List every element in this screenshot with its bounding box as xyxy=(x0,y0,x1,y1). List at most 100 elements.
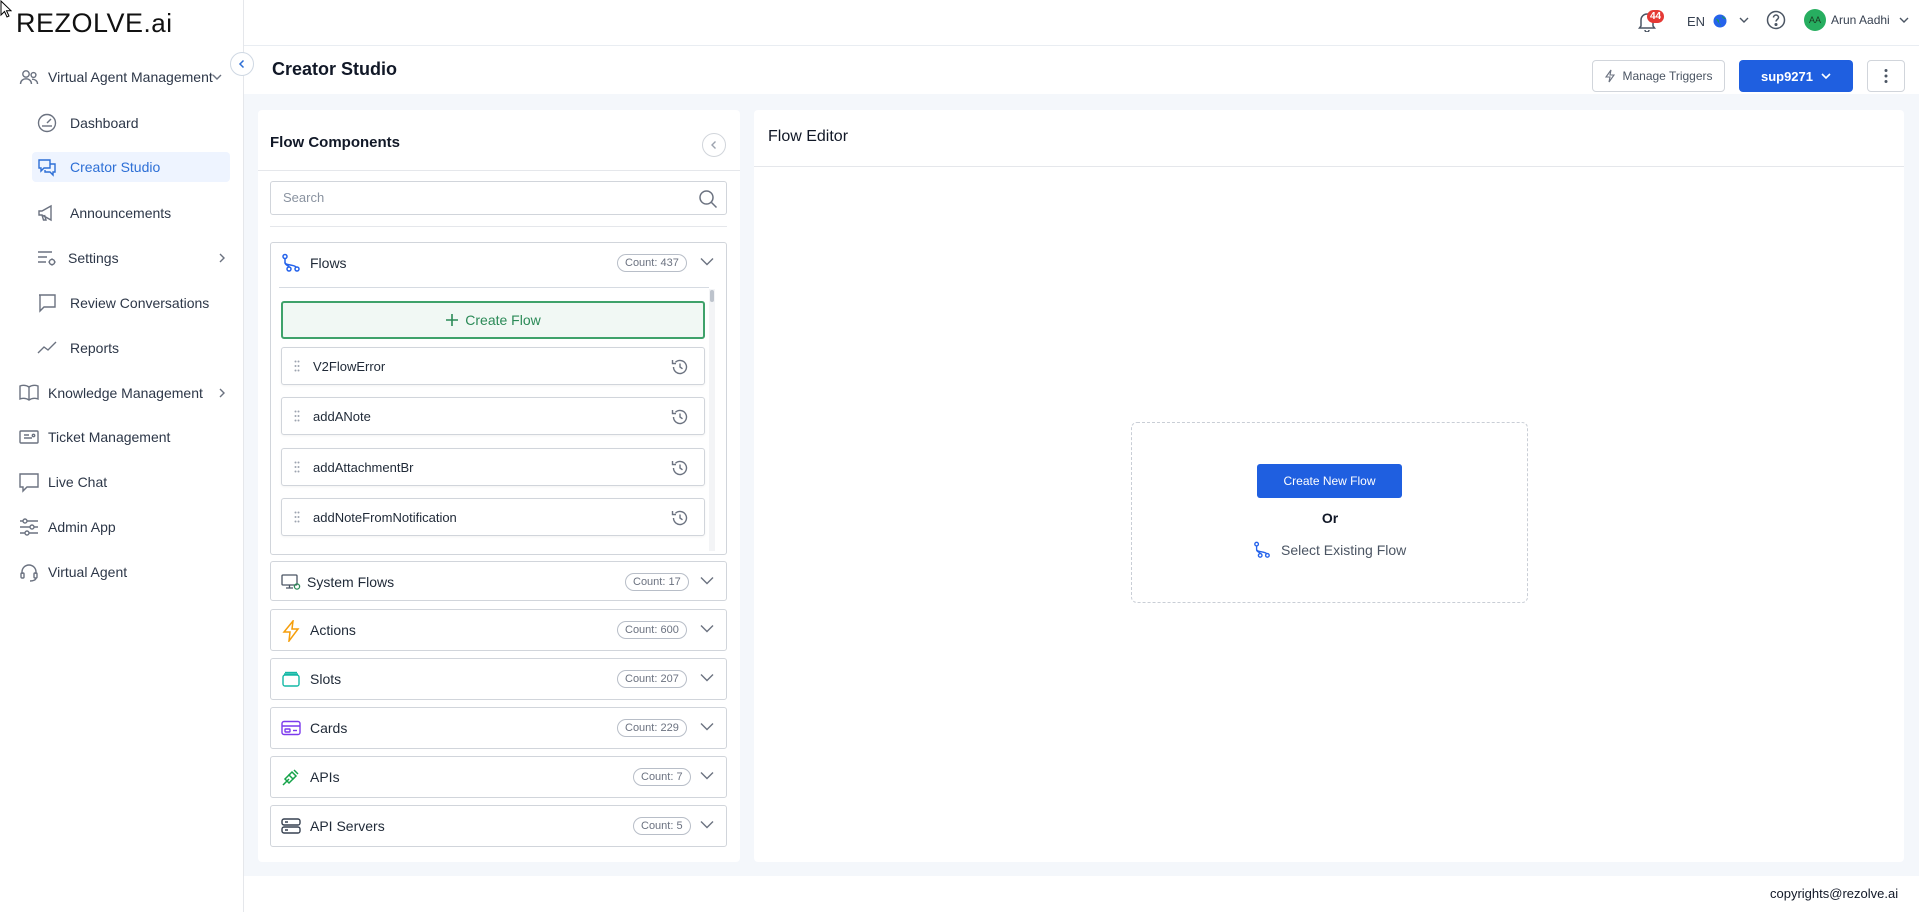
system-monitor-icon xyxy=(281,572,301,592)
environment-selector-button[interactable]: sup9271 xyxy=(1739,60,1853,92)
sidebar-item-label: Review Conversations xyxy=(70,295,210,311)
create-flow-button[interactable]: Create Flow xyxy=(281,301,705,339)
help-icon[interactable] xyxy=(1766,10,1786,30)
chevron-down-icon[interactable] xyxy=(700,624,714,633)
chevron-down-icon[interactable] xyxy=(700,771,714,780)
flows-scrollbar-thumb[interactable] xyxy=(710,290,714,302)
lightning-icon xyxy=(281,620,301,642)
sidebar-item-reports[interactable]: Reports xyxy=(36,333,230,363)
slots-stack-icon xyxy=(281,669,301,689)
slots-label: Slots xyxy=(310,671,342,687)
actions-count-badge: Count: 600 xyxy=(617,621,687,639)
book-icon xyxy=(18,382,40,404)
flow-item-label: addANote xyxy=(313,409,371,424)
drag-handle-icon[interactable] xyxy=(294,511,300,523)
sidebar-item-settings[interactable]: Settings xyxy=(36,243,230,273)
select-existing-flow-link[interactable]: Select Existing Flow xyxy=(1253,540,1406,560)
system-flows-section-header[interactable]: System Flows Count: 17 xyxy=(271,562,726,602)
more-options-button[interactable] xyxy=(1867,60,1905,92)
slots-section-header[interactable]: Slots Count: 207 xyxy=(271,659,726,699)
sidebar-item-label: Virtual Agent Management xyxy=(48,69,213,85)
chevron-down-icon[interactable] xyxy=(700,257,714,266)
flow-list-item[interactable]: addANote xyxy=(281,397,705,435)
chevron-down-icon[interactable] xyxy=(700,722,714,731)
megaphone-icon xyxy=(36,202,58,224)
history-icon[interactable] xyxy=(670,458,690,478)
api-servers-label: API Servers xyxy=(310,818,385,834)
apis-section[interactable]: APIs Count: 7 xyxy=(270,756,727,798)
trend-line-icon xyxy=(36,337,58,359)
footer xyxy=(244,876,1919,912)
chevron-left-icon xyxy=(711,141,716,149)
page-title: Creator Studio xyxy=(272,59,398,79)
sidebar-item-announcements[interactable]: Announcements xyxy=(36,198,230,228)
flows-section-header[interactable]: Flows Count: 437 xyxy=(271,243,726,283)
slots-section[interactable]: Slots Count: 207 xyxy=(270,658,727,700)
rezolve-logo[interactable]: REZOLVE.ai xyxy=(16,8,173,39)
sidebar-item-review-conversations[interactable]: Review Conversations xyxy=(36,288,230,318)
sidebar-collapse-button[interactable] xyxy=(230,52,254,76)
cards-section-header[interactable]: Cards Count: 229 xyxy=(271,708,726,748)
language-label[interactable]: EN xyxy=(1687,14,1705,29)
components-collapse-button[interactable] xyxy=(702,133,726,157)
mouse-cursor-icon xyxy=(0,0,12,18)
history-icon[interactable] xyxy=(670,407,690,427)
sidebar-item-ticket-management[interactable]: Ticket Management xyxy=(18,422,230,452)
user-name[interactable]: Arun Aadhi xyxy=(1831,13,1890,27)
divider xyxy=(270,226,727,227)
history-icon[interactable] xyxy=(670,508,690,528)
plus-icon xyxy=(446,314,459,326)
sidebar-item-dashboard[interactable]: Dashboard xyxy=(36,108,230,138)
system-flows-section[interactable]: System Flows Count: 17 xyxy=(270,561,727,601)
card-icon xyxy=(281,718,301,738)
api-servers-section-header[interactable]: API Servers Count: 5 xyxy=(271,806,726,846)
ticket-icon xyxy=(18,426,40,448)
user-chevron-down-icon[interactable] xyxy=(1899,16,1909,24)
sidebar-item-live-chat[interactable]: Live Chat xyxy=(18,467,230,497)
drag-handle-icon[interactable] xyxy=(294,461,300,473)
flow-list-item[interactable]: addAttachmentBr xyxy=(281,448,705,486)
sidebar-item-knowledge-management[interactable]: Knowledge Management xyxy=(18,378,230,408)
actions-section[interactable]: Actions Count: 600 xyxy=(270,609,727,651)
flow-list-item[interactable]: addNoteFromNotification xyxy=(281,498,705,536)
chevron-down-icon[interactable] xyxy=(700,673,714,682)
flow-branch-icon xyxy=(281,253,301,273)
chevron-down-icon[interactable] xyxy=(700,576,714,585)
actions-section-header[interactable]: Actions Count: 600 xyxy=(271,610,726,650)
sidebar-item-label: Admin App xyxy=(48,519,116,535)
history-icon[interactable] xyxy=(670,357,690,377)
language-chevron-down-icon[interactable] xyxy=(1739,16,1749,24)
cards-section[interactable]: Cards Count: 229 xyxy=(270,707,727,749)
chevron-down-icon xyxy=(1821,73,1831,80)
sidebar-item-virtual-agent[interactable]: Virtual Agent xyxy=(18,557,230,587)
flow-list-item[interactable]: V2FlowError xyxy=(281,347,705,385)
user-avatar[interactable]: AA xyxy=(1804,9,1826,31)
sidebar-item-virtual-agent-management[interactable]: Virtual Agent Management xyxy=(18,62,224,92)
api-servers-section[interactable]: API Servers Count: 5 xyxy=(270,805,727,847)
globe-icon[interactable] xyxy=(1713,14,1727,28)
users-icon xyxy=(18,66,40,88)
kebab-menu-icon xyxy=(1884,69,1888,83)
flows-scrollbar[interactable] xyxy=(709,289,715,551)
component-search-input[interactable] xyxy=(283,190,683,205)
create-new-flow-button[interactable]: Create New Flow xyxy=(1257,464,1402,498)
sidebar-item-creator-studio[interactable]: Creator Studio xyxy=(32,152,230,182)
divider xyxy=(258,170,740,171)
manage-triggers-button[interactable]: Manage Triggers xyxy=(1592,60,1725,92)
headset-icon xyxy=(18,561,40,583)
sidebar-item-label: Announcements xyxy=(70,205,172,221)
sidebar-item-admin-app[interactable]: Admin App xyxy=(18,512,230,542)
chat-square-icon xyxy=(36,292,58,314)
search-icon[interactable] xyxy=(698,189,718,209)
chevron-down-icon[interactable] xyxy=(700,820,714,829)
drag-handle-icon[interactable] xyxy=(294,360,300,372)
sidebar-item-label: Settings xyxy=(68,250,119,266)
manage-triggers-label: Manage Triggers xyxy=(1622,69,1713,83)
flow-item-label: V2FlowError xyxy=(313,359,386,374)
slots-count-badge: Count: 207 xyxy=(617,670,687,688)
drag-handle-icon[interactable] xyxy=(294,410,300,422)
chevron-right-icon xyxy=(219,388,225,398)
apis-section-header[interactable]: APIs Count: 7 xyxy=(271,757,726,797)
chat-bubbles-icon xyxy=(36,156,58,178)
gauge-icon xyxy=(36,112,58,134)
